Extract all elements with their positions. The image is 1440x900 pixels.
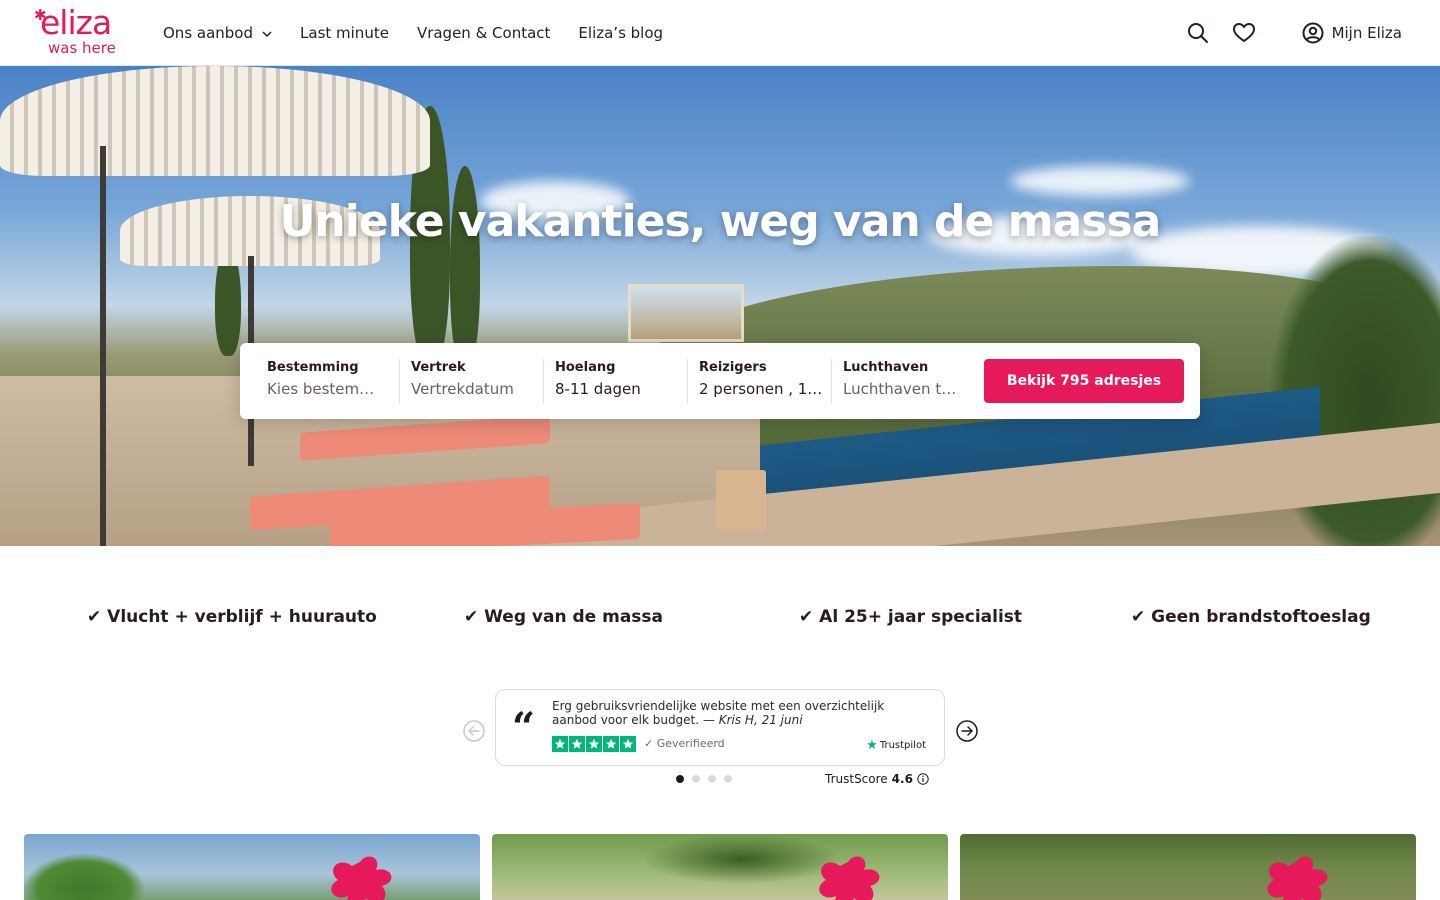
trustscore-value: 4.6 [891,772,913,786]
travelers-value: 2 personen , 1… [699,380,823,398]
star-icon [586,736,602,752]
eliza-flower-icon [819,856,880,900]
eliza-was-here-logo[interactable]: ✱ eliza was here [34,3,130,59]
review-text: Erg gebruiksvriendelijke website met een… [552,699,932,727]
menu-item-ons-aanbod[interactable]: Ons aanbod [163,22,272,44]
info-icon[interactable] [917,773,929,785]
usp-item: ✔ Al 25+ jaar specialist [799,607,1023,627]
logo-text-was-here: was here [48,39,116,57]
travelers-field[interactable]: Reizigers 2 personen , 1… [699,360,825,404]
trustscore-label: TrustScore [825,772,888,786]
hero-banner: Unieke vakanties, weg van de massa [0,66,1440,546]
menu-item-last-minute[interactable]: Last minute [300,22,389,44]
carousel-dot-4[interactable] [724,775,732,783]
carousel-dot-3[interactable] [708,775,716,783]
search-icon [1187,23,1208,43]
favorites-button[interactable] [1232,19,1256,47]
accommodation-card[interactable] [960,834,1416,900]
star-icon [569,736,585,752]
chevron-down-icon [262,30,272,37]
travelers-label: Reizigers [699,360,767,375]
account-button[interactable]: Mijn Eliza [1302,22,1402,44]
usp-item: ✔ Vlucht + verblijf + huurauto [87,607,377,627]
divider [687,359,688,403]
verified-check-icon: ✓ [644,737,654,750]
divider [399,359,400,403]
destination-label: Bestemming [267,360,359,375]
destination-value: Kies bestem… [267,380,375,398]
menu-item-label: Vragen & Contact [416,24,551,42]
departure-label: Vertrek [411,360,466,375]
quote-icon: “ [512,704,536,751]
airport-label: Luchthaven [843,360,929,375]
search-submit-button[interactable]: Bekijk 795 adresjes [984,359,1184,403]
divider [831,359,832,403]
usp-item: ✔ Geen brandstoftoeslag [1131,607,1371,627]
hero-title: Unieke vakanties, weg van de massa [279,196,1162,247]
star-icon [620,736,636,752]
trustscore: TrustScore 4.6 [825,771,929,787]
airport-value: Luchthaven t… [843,380,957,398]
trustpilot-brand: Trustpilot [879,740,926,751]
carousel-next-arrow-icon[interactable] [956,720,978,742]
user-circle-icon [1302,22,1324,44]
star-icon [603,736,619,752]
carousel-prev-arrow-icon[interactable] [463,720,485,742]
heart-icon [1232,23,1255,42]
usp-bar: ✔ Vlucht + verblijf + huurauto ✔ Weg van… [0,604,1440,630]
menu-item-vragen-contact[interactable]: Vragen & Contact [417,22,550,44]
review-card: “ Erg gebruiksvriendelijke website met e… [495,689,945,766]
verified-label: Geverifieerd [656,737,725,750]
usp-item: ✔ Weg van de massa [464,607,664,627]
carousel-dots [676,775,732,783]
accommodation-card[interactable] [492,834,948,900]
carousel-dot-1[interactable] [676,775,684,783]
carousel-dot-2[interactable] [692,775,700,783]
departure-value: Vertrekdatum [411,380,514,398]
nav-actions: Mijn Eliza [1186,19,1402,47]
duration-value: 8-11 dagen [555,380,641,398]
logo-text-eliza: eliza [40,3,112,42]
review-author: Kris H, 21 juni [718,713,803,727]
menu-item-label: Last minute [300,24,389,42]
account-label: Mijn Eliza [1331,24,1402,42]
menu-item-label: Eliza’s blog [578,24,664,42]
duration-field[interactable]: Hoelang 8-11 dagen [555,360,681,404]
destination-field[interactable]: Bestemming Kies bestem… [267,360,385,404]
menu-item-label: Ons aanbod [163,24,254,42]
trustpilot-logo[interactable]: ★ Trustpilot [866,738,926,753]
trustpilot-star-icon: ★ [866,738,878,753]
main-menu: Ons aanbod Last minute Vragen & Contact … [163,22,663,44]
eliza-flower-icon [1267,856,1328,900]
rating-stars [552,736,636,752]
search-button[interactable] [1186,19,1210,47]
accommodation-card[interactable] [24,834,480,900]
top-navigation: ✱ eliza was here Ons aanbod Last minute … [0,0,1440,66]
airport-field[interactable]: Luchthaven Luchthaven t… [843,360,965,404]
search-bar: Bestemming Kies bestem… Vertrek Vertrekd… [240,343,1200,419]
menu-item-blog[interactable]: Eliza’s blog [578,22,663,44]
verified-badge: ✓ Geverifieerd [644,737,725,751]
eliza-flower-icon [331,856,392,900]
star-icon [552,736,568,752]
divider [543,359,544,403]
duration-label: Hoelang [555,360,616,375]
departure-field[interactable]: Vertrek Vertrekdatum [411,360,537,404]
